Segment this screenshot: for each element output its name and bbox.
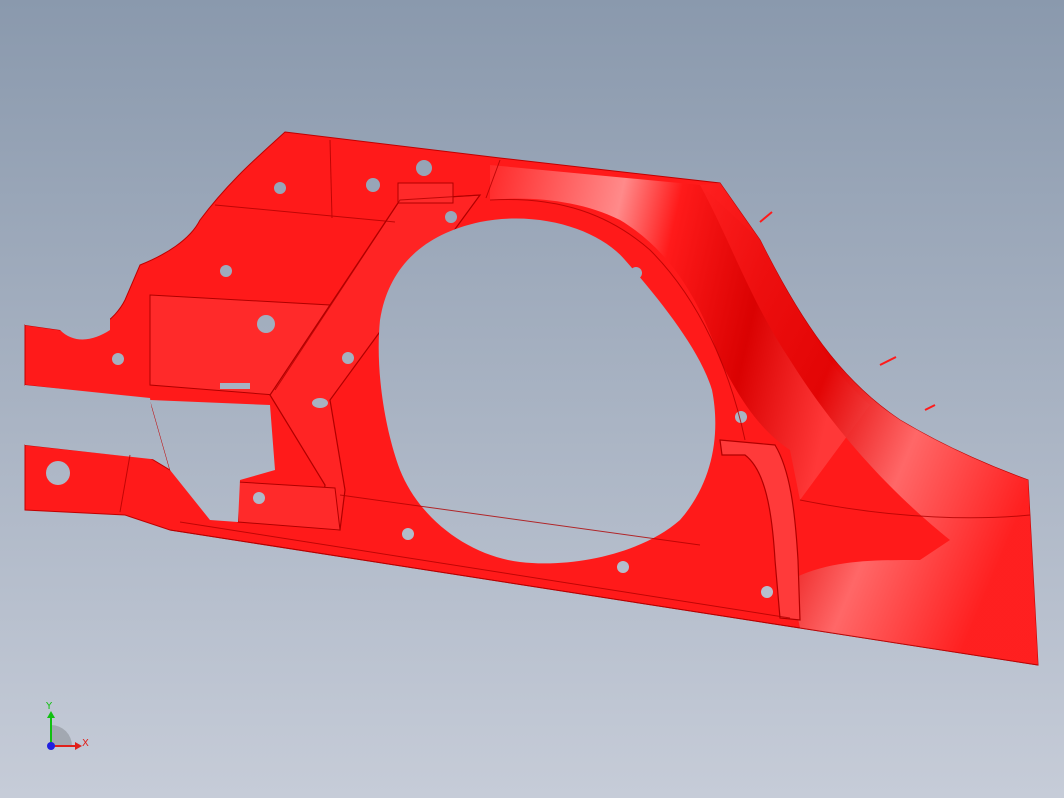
triad-x-label: X: [82, 738, 89, 749]
cad-viewport[interactable]: Y X: [0, 0, 1064, 798]
triad-y-label: Y: [45, 701, 53, 712]
triad-z-axis: [47, 742, 55, 750]
lower-tab: [237, 481, 341, 531]
